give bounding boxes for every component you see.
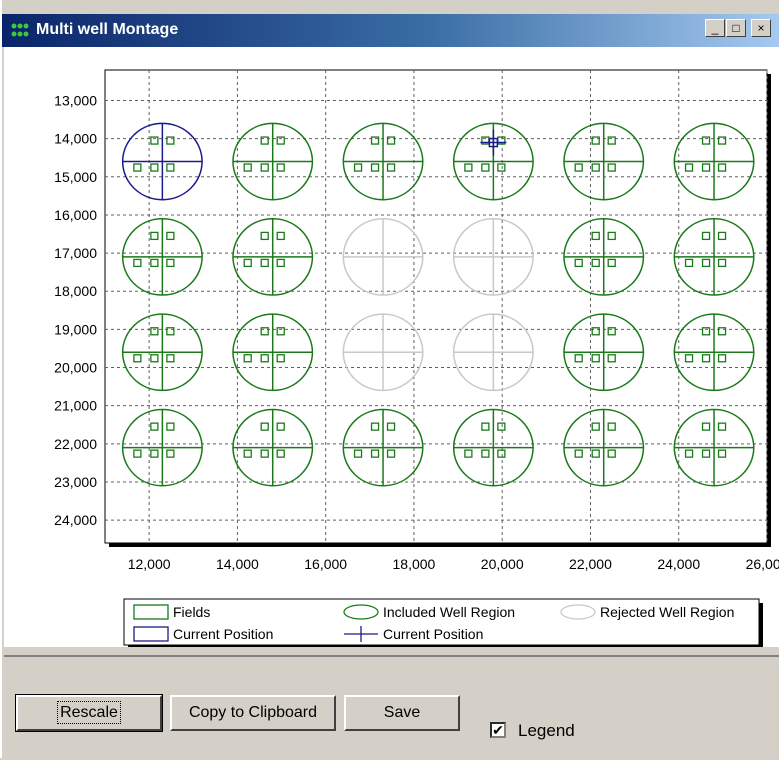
legend-label: Fields: [173, 604, 210, 620]
y-tick-label: 18,000: [54, 283, 97, 299]
y-tick-label: 13,000: [54, 93, 97, 109]
checkmark-icon: ✔: [492, 722, 504, 738]
multi-well-montage-window: Multi well Montage _ □ × 13,000 14,000 15,…: [0, 0, 779, 760]
legend-checkbox-label[interactable]: Legend: [518, 721, 575, 741]
y-tick-label: 21,000: [54, 398, 97, 414]
plot-frame: [104, 69, 768, 544]
close-button[interactable]: ×: [751, 19, 771, 37]
save-button[interactable]: Save: [344, 695, 460, 731]
x-tick-label: 12,000: [128, 556, 171, 572]
window-title: Multi well Montage: [36, 21, 179, 38]
y-tick-label: 17,000: [54, 245, 97, 261]
montage-chart[interactable]: 13,000 14,000 15,000 16,000 17,000 18,000 19,0…: [4, 47, 779, 647]
close-icon: ×: [757, 21, 765, 35]
legend-label: Current Position: [173, 626, 273, 642]
app-icon: [10, 22, 30, 38]
y-tick-label: 20,000: [54, 360, 97, 376]
y-tick-label: 15,000: [54, 169, 97, 185]
title-bar[interactable]: Multi well Montage _ □ ×: [2, 14, 779, 47]
y-tick-label: 14,000: [54, 131, 97, 147]
chart-area[interactable]: 13,000 14,000 15,000 16,000 17,000 18,000 19,0…: [4, 47, 779, 647]
rescale-button-label: Rescale: [57, 701, 121, 724]
legend-label: Current Position: [383, 626, 483, 642]
x-tick-label: 26,000: [746, 556, 779, 572]
legend-checkbox[interactable]: ✔: [490, 722, 506, 738]
x-tick-label: 14,000: [216, 556, 259, 572]
x-tick-label: 16,000: [304, 556, 347, 572]
x-tick-label: 22,000: [569, 556, 612, 572]
y-tick-label: 23,000: [54, 474, 97, 490]
y-tick-label: 22,000: [54, 436, 97, 452]
x-tick-label: 24,000: [657, 556, 700, 572]
bottom-panel: Rescale Copy to Clipboard Save ✔ Legend: [4, 655, 779, 760]
minimize-button[interactable]: _: [705, 19, 725, 37]
minimize-icon: _: [711, 21, 719, 35]
save-button-label: Save: [383, 704, 421, 721]
x-tick-label: 20,000: [481, 556, 524, 572]
legend-label: Rejected Well Region: [600, 604, 734, 620]
copy-to-clipboard-button[interactable]: Copy to Clipboard: [170, 695, 336, 731]
copy-button-label: Copy to Clipboard: [188, 704, 318, 721]
y-tick-label: 24,000: [54, 512, 97, 528]
x-tick-label: 18,000: [393, 556, 436, 572]
maximize-button[interactable]: □: [726, 19, 746, 37]
legend-label: Included Well Region: [383, 604, 515, 620]
y-tick-label: 19,000: [54, 321, 97, 337]
maximize-icon: □: [732, 21, 740, 35]
rescale-button[interactable]: Rescale: [15, 694, 163, 732]
y-tick-label: 16,000: [54, 207, 97, 223]
